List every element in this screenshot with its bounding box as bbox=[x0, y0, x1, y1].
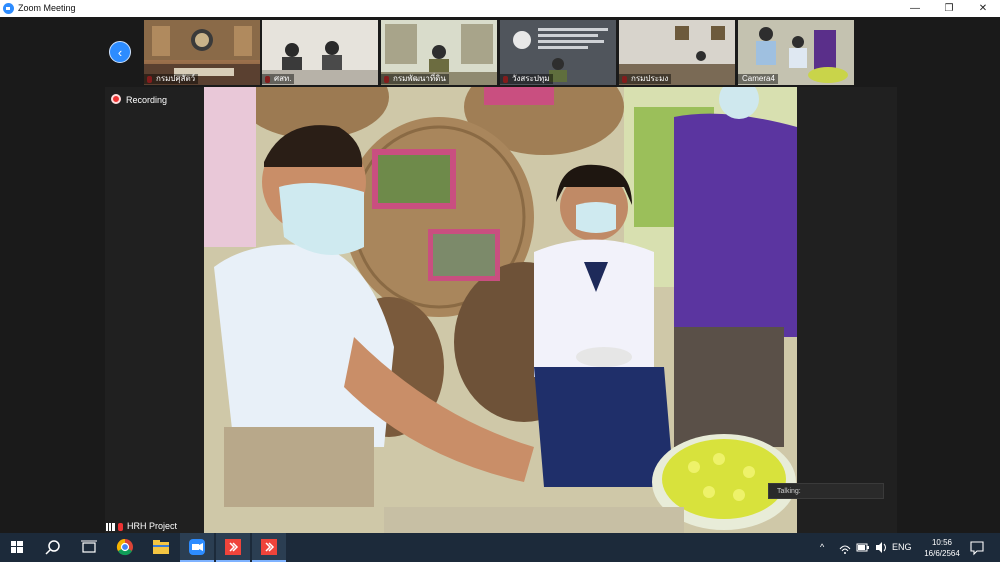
speaker-icon bbox=[876, 542, 886, 553]
minimize-button[interactable]: — bbox=[898, 0, 932, 17]
action-center-button[interactable] bbox=[968, 533, 986, 562]
left-letterbox bbox=[105, 87, 204, 533]
recording-label: Recording bbox=[126, 95, 168, 105]
zoom-app-icon bbox=[3, 3, 14, 14]
network-icon[interactable] bbox=[838, 533, 852, 562]
start-button[interactable] bbox=[0, 533, 34, 562]
anydesk-taskbar-button-2[interactable] bbox=[252, 533, 286, 562]
gallery-back-button[interactable]: ‹ bbox=[109, 41, 131, 63]
battery-icon[interactable] bbox=[856, 533, 870, 562]
thumbnail-label: กรมปศุสัตว์ bbox=[144, 74, 199, 84]
restore-button[interactable]: ❐ bbox=[932, 0, 966, 17]
zoom-taskbar-button[interactable] bbox=[180, 533, 214, 562]
participant-name-tag: HRH Project bbox=[106, 520, 177, 532]
participant-thumbnail[interactable]: กรมพัฒนาที่ดิน bbox=[381, 20, 497, 85]
window-title: Zoom Meeting bbox=[18, 3, 76, 13]
search-icon bbox=[45, 540, 60, 555]
clock-date: 16/6/2564 bbox=[924, 549, 960, 558]
participant-name: HRH Project bbox=[127, 521, 178, 531]
volume-icon[interactable] bbox=[874, 533, 888, 562]
wifi-icon bbox=[839, 545, 851, 554]
zoom-icon bbox=[189, 539, 205, 555]
participant-thumbnail[interactable]: Camera4 bbox=[738, 20, 854, 85]
clock-time: 10:56 bbox=[931, 538, 953, 547]
video-scene bbox=[204, 87, 797, 533]
participant-thumbnail[interactable]: วังสระปทุม bbox=[500, 20, 616, 85]
mic-muted-icon bbox=[118, 522, 123, 531]
windows-taskbar: ^ ENG 10:56 16/6/2564 bbox=[0, 533, 1000, 562]
active-speaker-video[interactable] bbox=[204, 87, 797, 533]
anydesk-icon bbox=[225, 539, 241, 555]
search-button[interactable] bbox=[36, 533, 70, 562]
thumbnail-label: วังสระปทุม bbox=[500, 74, 553, 84]
thumbnail-label: ศสท. bbox=[262, 74, 295, 84]
participant-thumbnail[interactable]: กรมปศุสัตว์ bbox=[144, 20, 260, 85]
title-bar: Zoom Meeting — ❐ ✕ bbox=[0, 0, 1000, 17]
thumbnail-label: กรมประมง bbox=[619, 74, 672, 84]
recording-icon bbox=[111, 94, 121, 104]
input-language[interactable]: ENG bbox=[892, 533, 912, 562]
right-letterbox bbox=[797, 87, 897, 533]
anydesk-icon bbox=[261, 539, 277, 555]
thumbnail-label: Camera4 bbox=[738, 74, 778, 84]
taskbar-clock[interactable]: 10:56 16/6/2564 bbox=[920, 537, 964, 559]
chrome-taskbar-button[interactable] bbox=[108, 533, 142, 562]
file-explorer-button[interactable] bbox=[144, 533, 178, 562]
close-button[interactable]: ✕ bbox=[966, 0, 1000, 17]
participant-thumbnail[interactable]: ศสท. bbox=[262, 20, 378, 85]
participant-thumbnail[interactable]: กรมประมง bbox=[619, 20, 735, 85]
talking-indicator: Talking: bbox=[768, 483, 884, 499]
battery-indicator-icon bbox=[856, 543, 869, 552]
folder-icon bbox=[153, 540, 169, 554]
tray-overflow-button[interactable]: ^ bbox=[820, 533, 824, 562]
anydesk-taskbar-button[interactable] bbox=[216, 533, 250, 562]
task-view-icon bbox=[81, 540, 97, 553]
windows-logo-icon bbox=[11, 541, 23, 553]
notification-icon bbox=[970, 541, 984, 556]
meeting-stage: ‹ กรมปศุสัตว์ ศสท. กรมพัฒนาที่ดิน วังสระ… bbox=[0, 17, 1000, 533]
chrome-icon bbox=[116, 538, 133, 556]
thumbnail-label: กรมพัฒนาที่ดิน bbox=[381, 74, 449, 84]
task-view-button[interactable] bbox=[72, 533, 106, 562]
signal-strength-icon bbox=[106, 522, 115, 531]
